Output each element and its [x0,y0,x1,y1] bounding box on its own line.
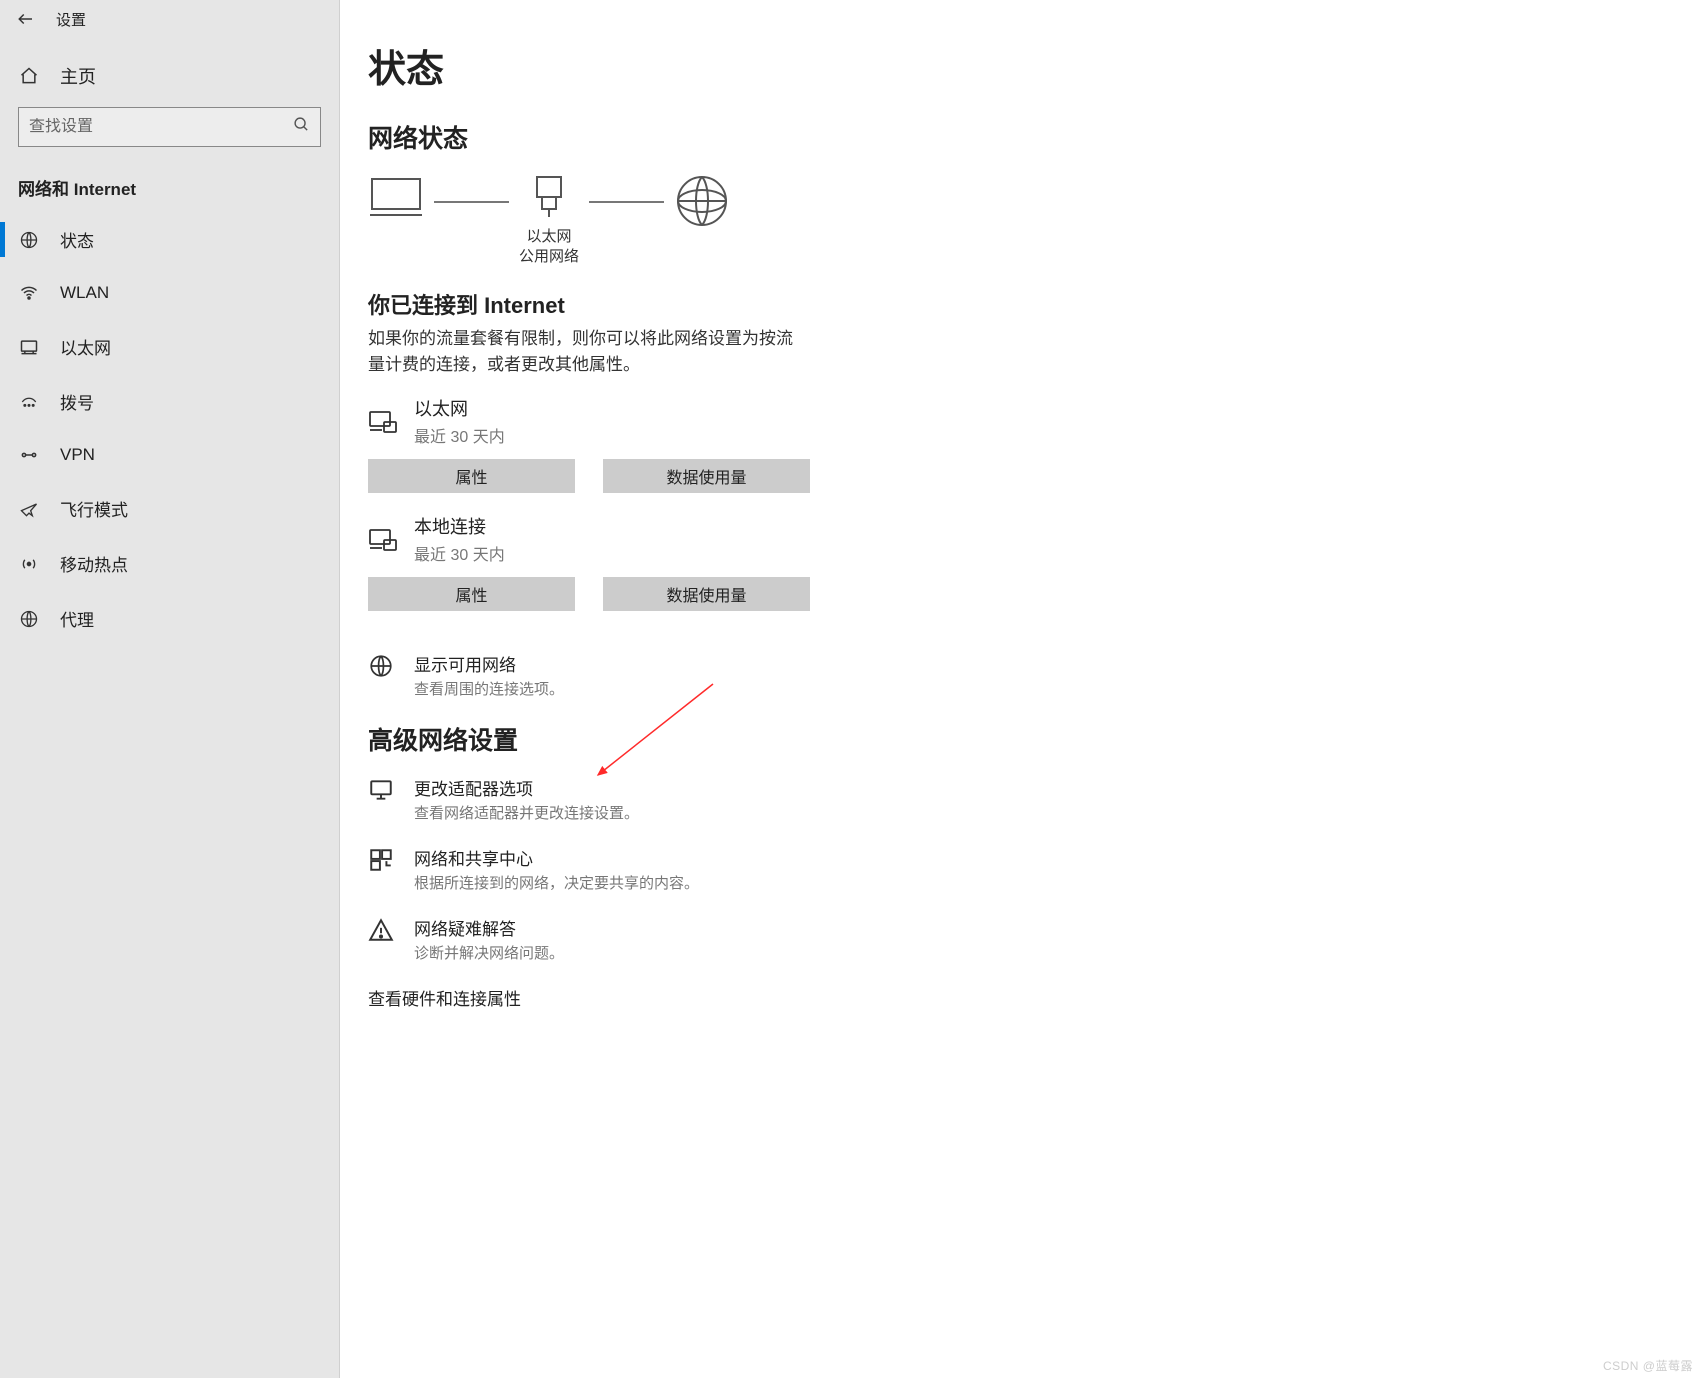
search-box[interactable] [18,107,321,147]
sidebar-item-dialup[interactable]: 拨号 [0,374,339,429]
link-title: 网络和共享中心 [414,845,699,870]
sidebar-item-label: 以太网 [60,334,111,359]
show-networks-link[interactable]: 显示可用网络 查看周围的连接选项。 [368,651,1699,699]
advanced-heading: 高级网络设置 [368,721,1699,757]
home-icon [18,65,40,87]
sidebar-item-label: VPN [60,445,95,465]
adapter-icon [527,173,571,221]
link-desc: 根据所连接到的网络，决定要共享的内容。 [414,872,699,893]
adapter-type: 公用网络 [519,247,579,267]
watermark: CSDN @蓝莓露 [1603,1357,1693,1374]
link-title: 更改适配器选项 [414,775,639,800]
diagram-line [434,201,509,203]
properties-button[interactable]: 属性 [368,577,575,611]
connected-desc: 如果你的流量套餐有限制，则你可以将此网络设置为按流量计费的连接，或者更改其他属性… [368,326,808,377]
properties-button[interactable]: 属性 [368,459,575,493]
airplane-icon [18,498,40,520]
vpn-icon [18,444,40,466]
ethernet-icon [368,408,396,436]
sidebar-item-label: 代理 [60,606,94,631]
sharing-icon [368,847,396,875]
network-diagram: 以太网 公用网络 [368,173,1699,266]
sharing-center-link[interactable]: 网络和共享中心 根据所连接到的网络，决定要共享的内容。 [368,845,1699,893]
sidebar-item-label: 拨号 [60,389,94,414]
globe-icon [368,653,396,681]
dialup-icon [18,391,40,413]
connection-block: 以太网 最近 30 天内 属性 数据使用量 [368,395,1699,493]
sidebar-item-proxy[interactable]: 代理 [0,591,339,646]
connection-sub: 最近 30 天内 [414,423,505,447]
connection-block: 本地连接 最近 30 天内 属性 数据使用量 [368,513,1699,611]
pc-icon [368,173,424,221]
sidebar-item-vpn[interactable]: VPN [0,429,339,481]
sidebar-item-airplane[interactable]: 飞行模式 [0,481,339,536]
titlebar: 设置 [0,0,339,38]
sidebar-home-label: 主页 [60,63,96,89]
sidebar-item-hotspot[interactable]: 移动热点 [0,536,339,591]
sidebar-item-label: 移动热点 [60,551,128,576]
page-title: 状态 [368,38,1699,93]
ethernet-icon [368,526,396,554]
wifi-icon [18,282,40,304]
sidebar-item-wlan[interactable]: WLAN [0,267,339,319]
proxy-icon [18,608,40,630]
diagram-line [589,201,664,203]
hardware-properties-link[interactable]: 查看硬件和连接属性 [368,985,1699,1010]
sidebar-item-label: 状态 [60,227,94,252]
adapter-name: 以太网 [519,227,579,247]
link-desc: 查看网络适配器并更改连接设置。 [414,802,639,823]
sidebar-home[interactable]: 主页 [0,38,339,101]
sidebar-item-label: WLAN [60,283,109,303]
globe-icon [674,173,730,229]
diagram-globe-node [674,173,730,229]
connected-heading: 你已连接到 Internet [368,288,1699,320]
window-title: 设置 [56,9,86,30]
diagram-adapter-node: 以太网 公用网络 [519,173,579,266]
link-desc: 查看周围的连接选项。 [414,678,564,699]
data-usage-button[interactable]: 数据使用量 [603,577,810,611]
troubleshoot-link[interactable]: 网络疑难解答 诊断并解决网络问题。 [368,915,1699,963]
back-button[interactable] [14,7,38,31]
sidebar-item-label: 飞行模式 [60,496,128,521]
link-title: 显示可用网络 [414,651,564,676]
connection-name: 本地连接 [414,513,505,539]
diagram-pc-node [368,173,424,221]
network-status-heading: 网络状态 [368,119,1699,155]
warning-icon [368,917,396,945]
data-usage-button[interactable]: 数据使用量 [603,459,810,493]
connection-sub: 最近 30 天内 [414,541,505,565]
search-input[interactable] [29,118,293,136]
search-icon [293,116,310,138]
ethernet-icon [18,336,40,358]
connection-name: 以太网 [414,395,505,421]
sidebar-item-status[interactable]: 状态 [0,212,339,267]
sidebar-section-label: 网络和 Internet [0,165,339,212]
link-desc: 诊断并解决网络问题。 [414,942,564,963]
hotspot-icon [18,553,40,575]
status-icon [18,229,40,251]
sidebar-item-ethernet[interactable]: 以太网 [0,319,339,374]
sidebar: 设置 主页 网络和 Internet 状态 [0,0,340,1378]
link-title: 网络疑难解答 [414,915,564,940]
change-adapter-link[interactable]: 更改适配器选项 查看网络适配器并更改连接设置。 [368,775,1699,823]
monitor-icon [368,777,396,805]
content-area: 状态 网络状态 以太网 公用网络 [340,0,1699,1378]
